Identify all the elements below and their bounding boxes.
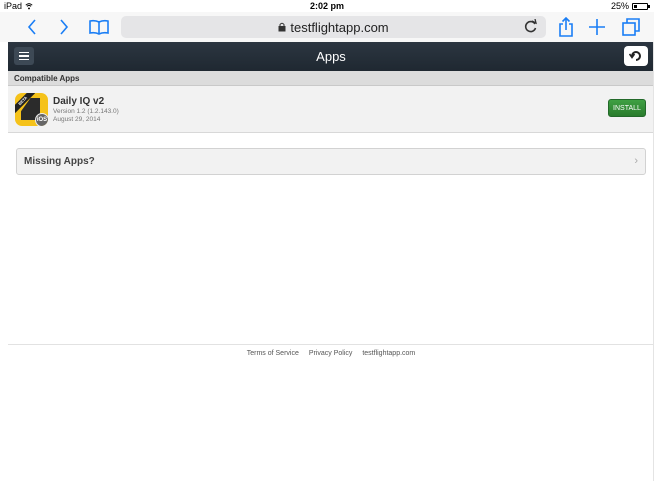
- tabs-icon: [622, 18, 640, 36]
- tabs-button[interactable]: [618, 12, 644, 42]
- hamburger-icon-bar: [19, 55, 29, 57]
- share-icon: [559, 17, 573, 37]
- clock: 2:02 pm: [309, 1, 344, 11]
- status-right: 25%: [610, 1, 650, 11]
- page-title: Apps: [316, 49, 346, 64]
- address-bar[interactable]: testflightapp.com: [121, 16, 546, 38]
- new-tab-button[interactable]: [585, 12, 609, 42]
- status-bar: iPad 2:02 pm 25%: [0, 0, 654, 12]
- ios-badge: iOS: [35, 113, 48, 126]
- footer: Terms of Service Privacy Policy testflig…: [8, 350, 654, 357]
- privacy-link[interactable]: Privacy Policy: [309, 350, 353, 357]
- app-header: Apps: [8, 42, 654, 71]
- refresh-icon: [629, 51, 641, 61]
- hamburger-icon-bar: [19, 58, 29, 61]
- app-name: Daily IQ v2: [53, 96, 105, 107]
- battery-level: [634, 4, 637, 8]
- site-link[interactable]: testflightapp.com: [362, 350, 415, 357]
- app-date: August 29, 2014: [53, 116, 101, 123]
- terms-link[interactable]: Terms of Service: [247, 350, 299, 357]
- forward-icon: [60, 19, 69, 35]
- bookmarks-button[interactable]: [86, 12, 112, 42]
- app-version: Version 1.2 (1.2.143.0): [53, 108, 119, 115]
- missing-apps-label: Missing Apps?: [24, 156, 95, 167]
- forward-button[interactable]: [52, 12, 76, 42]
- url-text: testflightapp.com: [290, 19, 389, 35]
- refresh-button[interactable]: [624, 46, 648, 66]
- new-tab-icon: [589, 19, 605, 35]
- battery-percent: 25%: [610, 1, 629, 11]
- app-icon: BETA iOS: [15, 93, 48, 126]
- browser-toolbar: testflightapp.com: [0, 12, 654, 42]
- back-button[interactable]: [20, 12, 44, 42]
- section-header: Compatible Apps: [8, 71, 654, 86]
- reload-icon[interactable]: [524, 19, 538, 33]
- footer-divider: [8, 344, 654, 345]
- hamburger-icon-bar: [19, 51, 29, 54]
- bookmarks-icon: [89, 19, 109, 35]
- chevron-right-icon: ›: [634, 155, 638, 167]
- app-row[interactable]: BETA iOS Daily IQ v2 Version 1.2 (1.2.14…: [8, 86, 654, 133]
- lock-icon: [278, 22, 286, 32]
- share-button[interactable]: [555, 12, 577, 42]
- install-button[interactable]: INSTALL: [608, 99, 646, 117]
- back-icon: [27, 19, 36, 35]
- battery-icon: [632, 2, 650, 10]
- missing-apps-row[interactable]: Missing Apps? ›: [16, 148, 646, 175]
- menu-button[interactable]: [14, 47, 34, 65]
